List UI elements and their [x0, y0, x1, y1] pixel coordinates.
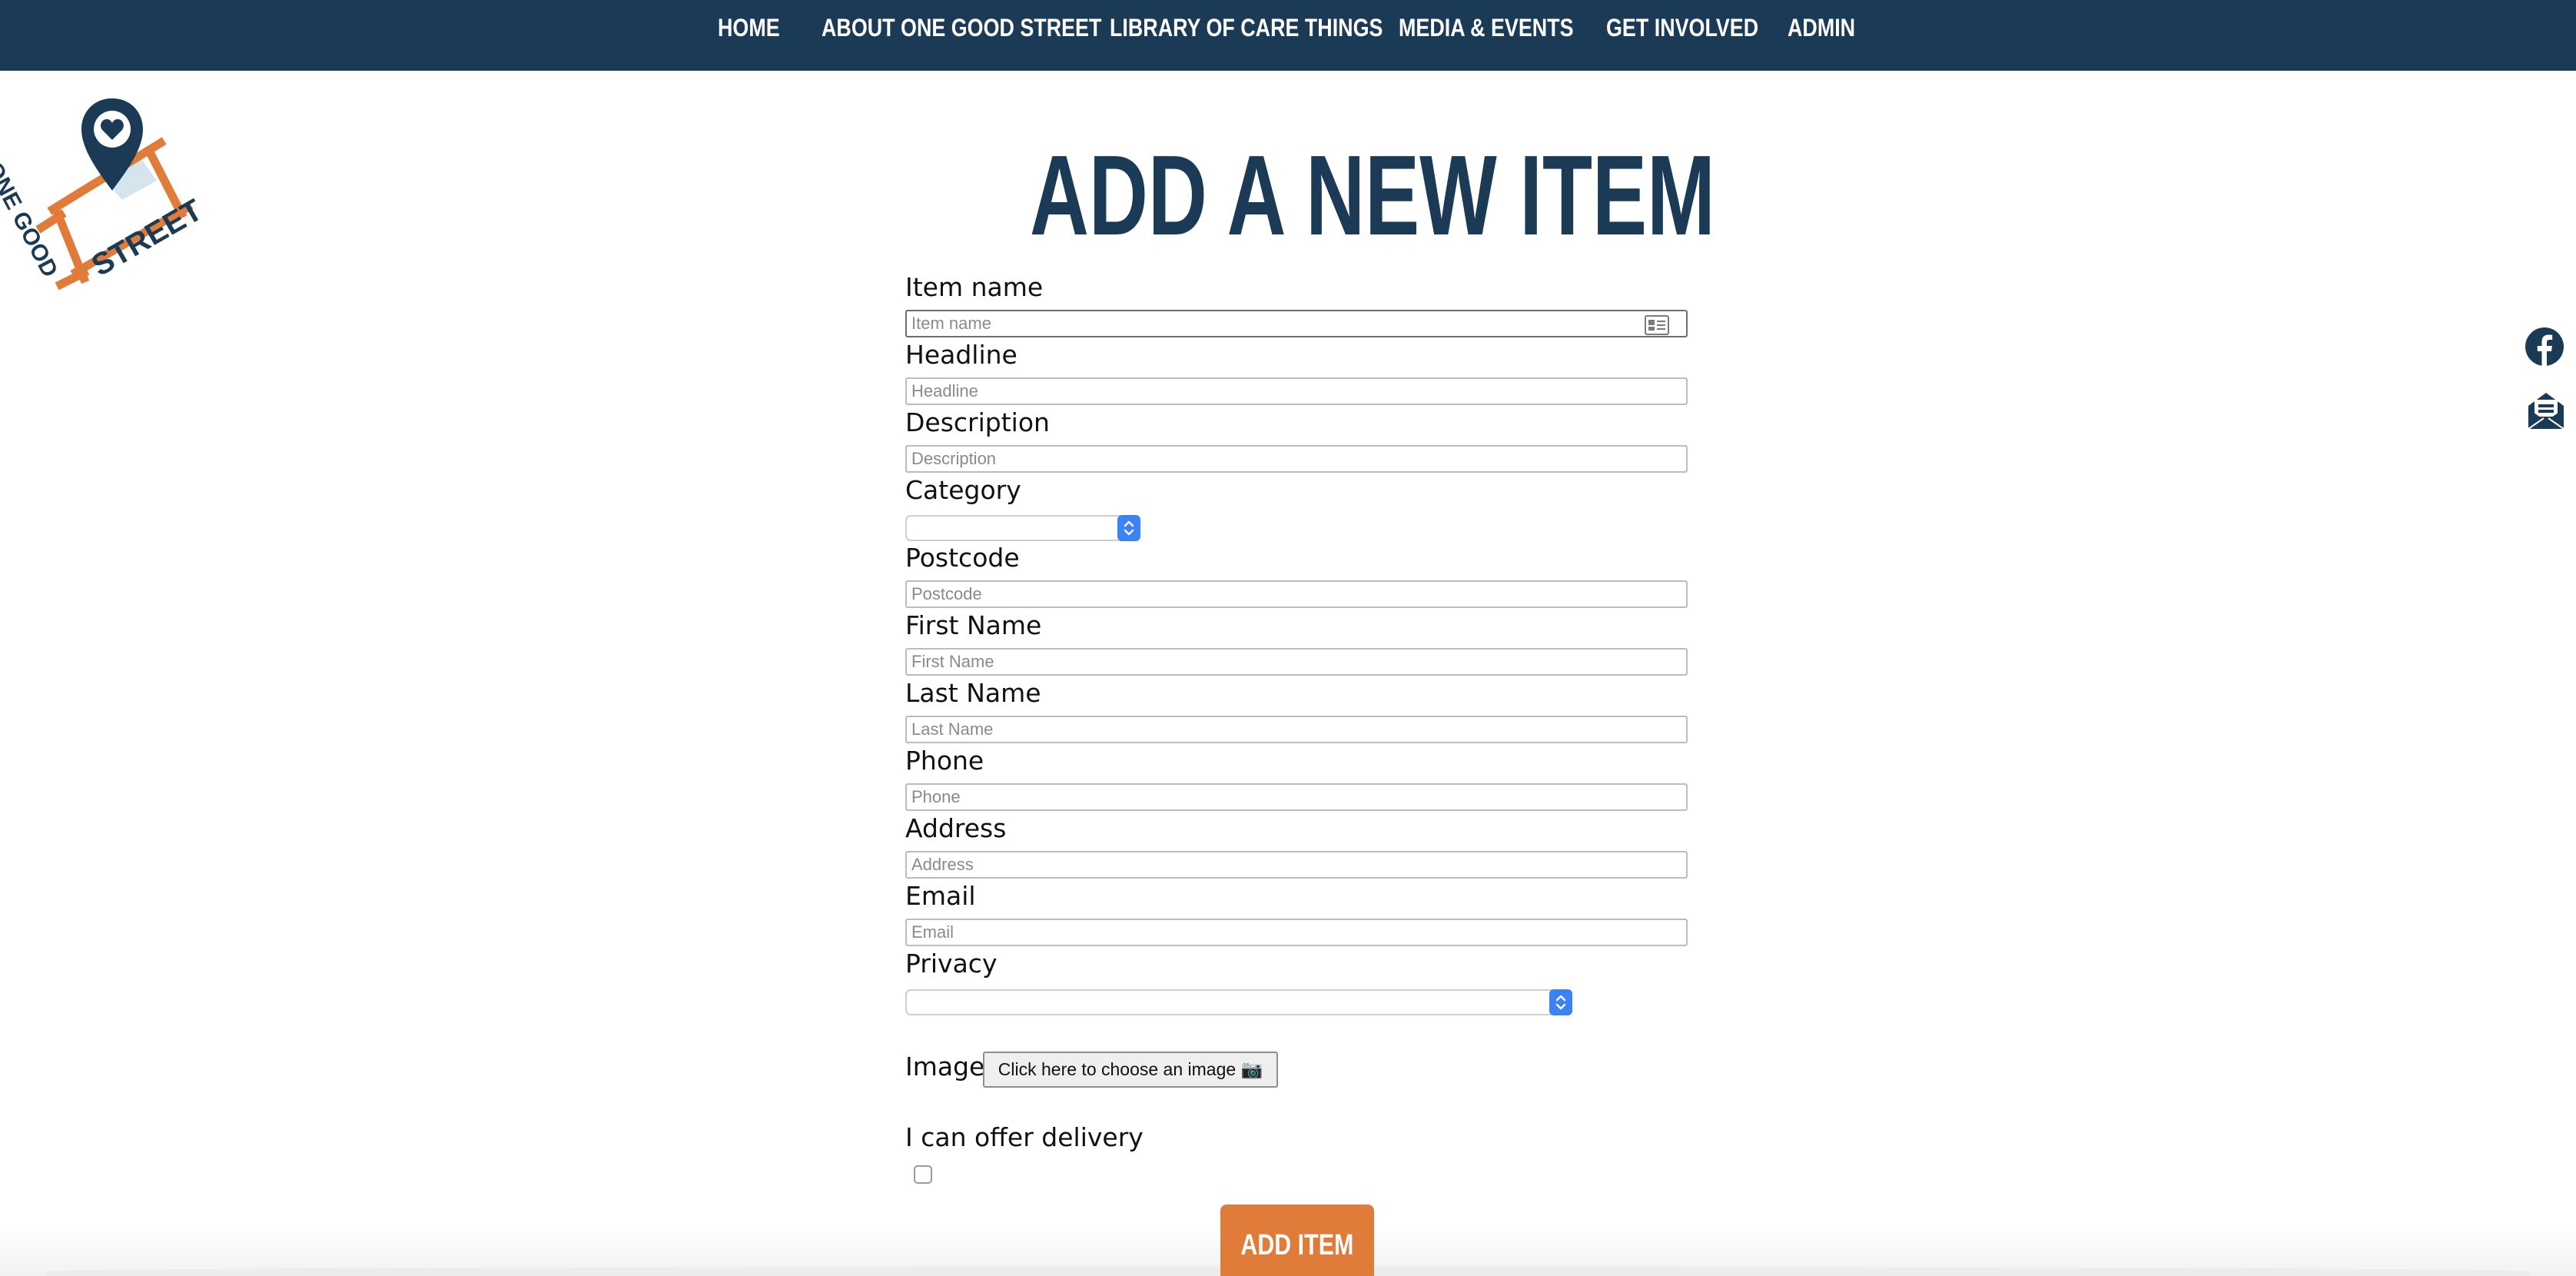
image-label: Image	[905, 1052, 985, 1082]
phone-input[interactable]	[905, 783, 1688, 811]
nav-item-home[interactable]: HOME	[718, 11, 780, 45]
last-name-label: Last Name	[905, 678, 1041, 708]
address-input[interactable]	[905, 851, 1688, 879]
postcode-label: Postcode	[905, 543, 1020, 573]
nav-item-library[interactable]: LIBRARY OF CARE THINGS	[1110, 11, 1383, 45]
mail-icon[interactable]	[2525, 390, 2567, 430]
postcode-input[interactable]	[905, 580, 1688, 608]
facebook-icon[interactable]	[2525, 327, 2564, 366]
chevron-up-down-icon	[1555, 995, 1566, 1010]
page-title: ADD A NEW ITEM	[1030, 132, 1715, 259]
description-label: Description	[905, 407, 1050, 437]
headline-label: Headline	[905, 340, 1017, 370]
category-label: Category	[905, 475, 1021, 505]
last-name-input[interactable]	[905, 716, 1688, 743]
first-name-input[interactable]	[905, 648, 1688, 676]
first-name-label: First Name	[905, 610, 1042, 640]
item-name-label: Item name	[905, 272, 1044, 302]
privacy-select-arrow[interactable]	[1549, 989, 1572, 1015]
contact-card-icon[interactable]	[1645, 315, 1669, 335]
delivery-label: I can offer delivery	[905, 1122, 1144, 1152]
nav-item-get-involved[interactable]: GET INVOLVED	[1606, 11, 1758, 45]
privacy-select[interactable]	[905, 989, 1572, 1015]
add-item-button-label: ADD ITEM	[1240, 1229, 1354, 1261]
email-input[interactable]	[905, 919, 1688, 946]
nav-item-admin[interactable]: ADMIN	[1788, 11, 1855, 45]
nav-item-about[interactable]: ABOUT ONE GOOD STREET	[822, 11, 1101, 45]
nav-item-media-events[interactable]: MEDIA & EVENTS	[1399, 11, 1574, 45]
description-input[interactable]	[905, 445, 1688, 473]
item-name-input[interactable]	[905, 310, 1688, 337]
top-navigation: HOME ABOUT ONE GOOD STREET LIBRARY OF CA…	[0, 0, 2576, 71]
headline-input[interactable]	[905, 377, 1688, 405]
phone-label: Phone	[905, 746, 984, 776]
category-select-arrow[interactable]	[1117, 515, 1140, 541]
delivery-checkbox[interactable]	[914, 1165, 932, 1184]
email-label: Email	[905, 881, 976, 911]
choose-image-button[interactable]: Click here to choose an image 📷	[983, 1052, 1278, 1088]
address-label: Address	[905, 813, 1007, 843]
add-item-button[interactable]: ADD ITEM	[1220, 1205, 1374, 1276]
privacy-label: Privacy	[905, 949, 998, 979]
chevron-up-down-icon	[1124, 520, 1134, 536]
category-select[interactable]	[905, 515, 1140, 541]
